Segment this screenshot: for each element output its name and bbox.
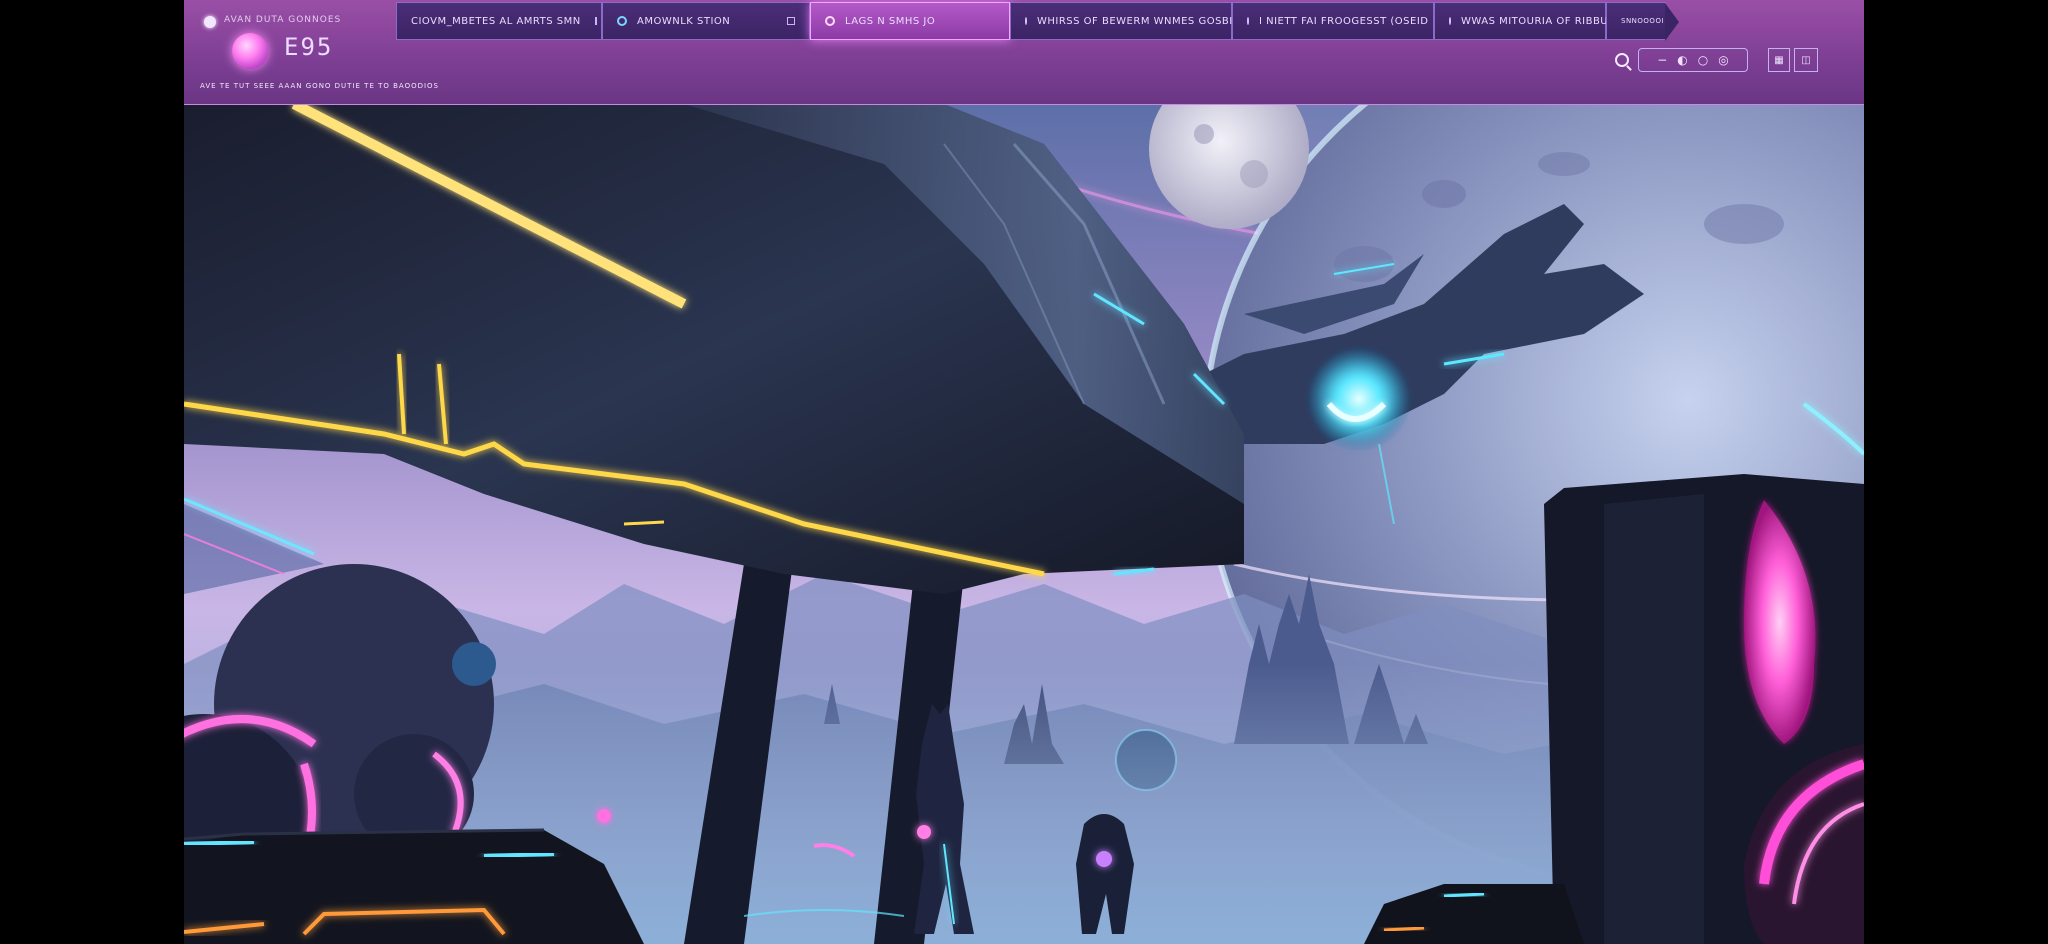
tab-marker-icon [787, 17, 795, 25]
tab-7[interactable]: SNNOOOOI [1606, 2, 1679, 41]
gauge-icon: ◐ [1677, 53, 1688, 67]
tab-label: CIOVM_MBETES AL AMRTS SMN [411, 15, 581, 27]
minus-icon: − [1657, 53, 1668, 67]
status-subtitle: AVE TE TUT SEEE AAAN GONO DUTIE TE TO BA… [200, 82, 439, 90]
tab-label: WWAS MITOURIA OF RIBBUT [1461, 15, 1615, 27]
tab-1[interactable]: CIOVM_MBETES AL AMRTS SMN [396, 2, 602, 40]
score-readout: E95 [284, 33, 334, 61]
target-icon: ◎ [1718, 53, 1729, 67]
ring-icon [825, 16, 835, 26]
tab-label: WHIRSS OF BEWERM WNMES GOSBITTE [1037, 15, 1253, 27]
sci-fi-scene [184, 104, 1864, 944]
grid-icon: ▦ [1774, 54, 1784, 66]
tab-6[interactable]: WWAS MITOURIA OF RIBBUT [1434, 2, 1614, 40]
game-viewport: AVAN DUTA GONNOES E95 AVE TE TUT SEEE AA… [184, 0, 1864, 944]
tab-label: AMOWNLK STION [637, 15, 731, 27]
grid-button[interactable]: ▦ [1768, 48, 1790, 72]
top-hud: AVAN DUTA GONNOES E95 AVE TE TUT SEEE AA… [184, 0, 1864, 105]
brand-icon [204, 16, 216, 28]
controls-strip[interactable]: − ◐ ○ ◎ [1638, 48, 1748, 72]
tab-label: SNNOOOOI [1621, 17, 1665, 25]
toolbar: − ◐ ○ ◎ ▦ ◫ [1608, 48, 1848, 74]
brand-label: AVAN DUTA GONNOES [224, 15, 342, 25]
tab-5[interactable]: I NIETT FAI FROOGESST (OSEID [1232, 2, 1434, 40]
tab-label: I NIETT FAI FROOGESST (OSEID [1259, 15, 1429, 27]
tab-label: LAGS N SMHS JO [845, 15, 936, 27]
ring-icon [617, 16, 627, 26]
tab-end-arrow [1665, 3, 1679, 41]
ring-icon [1247, 17, 1249, 25]
tab-4[interactable]: WHIRSS OF BEWERM WNMES GOSBITTE [1010, 2, 1265, 40]
ring-icon [1025, 17, 1027, 25]
energy-orb-icon [232, 33, 268, 69]
search-icon [1615, 53, 1629, 67]
settings-icon: ○ [1697, 53, 1709, 67]
ring-icon [1449, 17, 1451, 25]
panel-icon: ◫ [1801, 54, 1811, 66]
search-button[interactable] [1608, 48, 1636, 72]
tab-3-active[interactable]: LAGS N SMHS JO [810, 2, 1010, 40]
tab-bar: CIOVM_MBETES AL AMRTS SMN AMOWNLK STION … [396, 2, 1679, 41]
tab-marker-icon [594, 17, 597, 25]
panel-button[interactable]: ◫ [1794, 48, 1818, 72]
tab-2[interactable]: AMOWNLK STION [602, 2, 810, 40]
